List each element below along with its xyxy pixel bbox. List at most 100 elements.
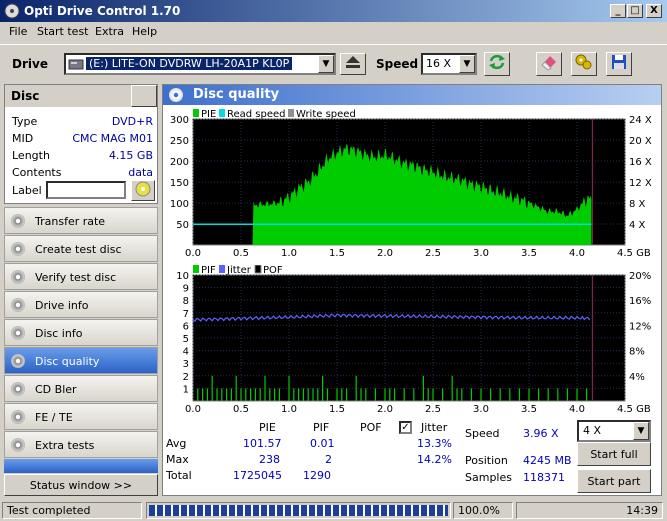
x-tick-label: 1.5 — [329, 404, 345, 415]
start-part-button[interactable]: Start part — [577, 469, 651, 493]
disc-icon — [11, 354, 25, 368]
status-time: 14:39 — [516, 502, 663, 519]
panel-title: Disc quality — [193, 87, 280, 102]
speed-stat-value: 3.96 X — [523, 427, 559, 440]
chevron-down-icon[interactable]: ▼ — [459, 55, 475, 73]
nav-cd-bler[interactable]: CD Bler — [4, 375, 158, 402]
save-button[interactable] — [606, 52, 632, 76]
speed-select[interactable]: 16 X ▼ — [421, 53, 477, 75]
y-tick-label: 150 — [170, 178, 189, 189]
legend-label: Write speed — [296, 109, 356, 120]
disc-quality-icon — [169, 88, 183, 102]
x-tick-label: 4.5 GB — [617, 404, 651, 415]
total-label: Total — [166, 469, 192, 482]
drive-select[interactable]: (E:) LITE-ON DVDRW LH-20A1P KL0P ▼ — [64, 53, 336, 75]
contents-label: Contents — [12, 166, 62, 179]
avg-pie: 101.57 — [243, 437, 282, 450]
nav-disc-info[interactable]: Disc info — [4, 319, 158, 346]
menu-help[interactable]: Help — [132, 25, 157, 38]
x-tick-label: 2.0 — [377, 404, 393, 415]
close-button[interactable]: X — [646, 4, 662, 18]
nav-drive-info[interactable]: Drive info — [4, 291, 158, 318]
legend-label: PIE — [201, 109, 216, 120]
progress-fill — [149, 505, 448, 516]
col-pie: PIE — [259, 421, 276, 434]
disc-header-label: Disc — [11, 89, 40, 103]
avg-label: Avg — [166, 437, 187, 450]
disc-refresh-button[interactable] — [131, 85, 157, 107]
speed-value: 16 X — [426, 57, 452, 70]
max-jitter: 14.2% — [417, 453, 452, 466]
y-tick-label: 1 — [183, 384, 189, 395]
menu-file[interactable]: File — [9, 25, 27, 38]
chevron-down-icon[interactable]: ▼ — [318, 55, 334, 73]
y2-tick-label: 8% — [629, 347, 645, 358]
y-tick-label: 3 — [183, 359, 189, 370]
x-tick-label: 3.5 — [521, 404, 537, 415]
nav-label: Transfer rate — [35, 215, 106, 228]
nav-label: Disc quality — [35, 355, 100, 368]
y-tick-label: 10 — [176, 271, 189, 282]
nav-transfer-rate[interactable]: Transfer rate — [4, 207, 158, 234]
x-tick-label: 4.0 — [569, 404, 585, 415]
x-tick-label: 2.5 — [425, 248, 441, 259]
disc-icon — [11, 326, 25, 340]
floppy-icon — [612, 55, 626, 69]
nav-verify-test-disc[interactable]: Verify test disc — [4, 263, 158, 290]
nav-label: Disc info — [35, 327, 83, 340]
erase-button[interactable] — [536, 52, 562, 76]
minimize-button[interactable]: _ — [610, 4, 626, 18]
y2-tick-label: 16% — [629, 296, 651, 307]
start-full-button[interactable]: Start full — [577, 442, 651, 466]
disc-icon — [11, 382, 25, 396]
test-speed-select[interactable]: 4 X ▼ — [577, 420, 651, 442]
eraser-icon — [541, 56, 556, 71]
pif-chart: PIF Jitter POF 0.0 0.5 1.0 1.5 2.0 2.5 3.0 3.5 4.0 4… — [176, 265, 651, 415]
x-tick-label: 2.5 — [425, 404, 441, 415]
contents-value: data — [128, 166, 153, 179]
jitter-checkbox[interactable]: ✓ — [399, 421, 412, 434]
position-label: Position — [465, 454, 508, 467]
label-input[interactable] — [46, 181, 126, 199]
x-tick-label: 2.0 — [377, 248, 393, 259]
disc-icon — [11, 298, 25, 312]
chevron-down-icon[interactable]: ▼ — [633, 422, 649, 440]
toolbar: Drive (E:) LITE-ON DVDRW LH-20A1P KL0P ▼… — [0, 44, 667, 82]
legend-swatch — [193, 109, 199, 117]
nav-disc-quality[interactable]: Disc quality — [4, 347, 158, 374]
y-tick-label: 4 — [183, 347, 189, 358]
settings-button[interactable] — [571, 52, 597, 76]
sidebar: Disc Type DVD+R MID CMC MAG M01 Length 4… — [4, 84, 158, 496]
menu-start-test[interactable]: Start test — [37, 25, 89, 38]
nav-create-test-disc[interactable]: Create test disc — [4, 235, 158, 262]
status-text: Test completed — [2, 502, 142, 519]
panel-header: Disc quality — [163, 85, 661, 105]
x-tick-label: 3.0 — [473, 404, 489, 415]
label-apply-button[interactable] — [131, 180, 155, 201]
y-tick-label: 9 — [183, 284, 189, 295]
window-title: Opti Drive Control 1.70 — [24, 4, 181, 18]
disc-icon — [11, 270, 25, 284]
x-tick-label: 3.5 — [521, 248, 537, 259]
y-tick-label: 7 — [183, 309, 189, 320]
max-pif: 2 — [325, 453, 332, 466]
eject-button[interactable] — [340, 53, 366, 75]
nav-fe-te[interactable]: FE / TE — [4, 403, 158, 430]
menu-extra[interactable]: Extra — [95, 25, 124, 38]
nav-extra-tests[interactable]: Extra tests — [4, 431, 158, 458]
y-tick-label: 200 — [170, 157, 189, 168]
y-tick-label: 2 — [183, 372, 189, 383]
legend-label: Jitter — [226, 265, 252, 276]
y-tick-label: 100 — [170, 199, 189, 210]
y2-tick-label: 8 X — [629, 199, 646, 210]
y-tick-label: 6 — [183, 321, 189, 332]
legend-label: POF — [263, 265, 283, 276]
position-value: 4245 MB — [523, 454, 572, 467]
status-window-button[interactable]: Status window >> — [4, 474, 158, 496]
refresh-button[interactable] — [484, 52, 510, 76]
y2-tick-label: 4 X — [629, 220, 646, 231]
x-tick-label: 0.0 — [185, 404, 201, 415]
y2-tick-label: 16 X — [629, 157, 652, 168]
samples-value: 118371 — [523, 471, 565, 484]
maximize-button[interactable]: □ — [627, 4, 643, 18]
